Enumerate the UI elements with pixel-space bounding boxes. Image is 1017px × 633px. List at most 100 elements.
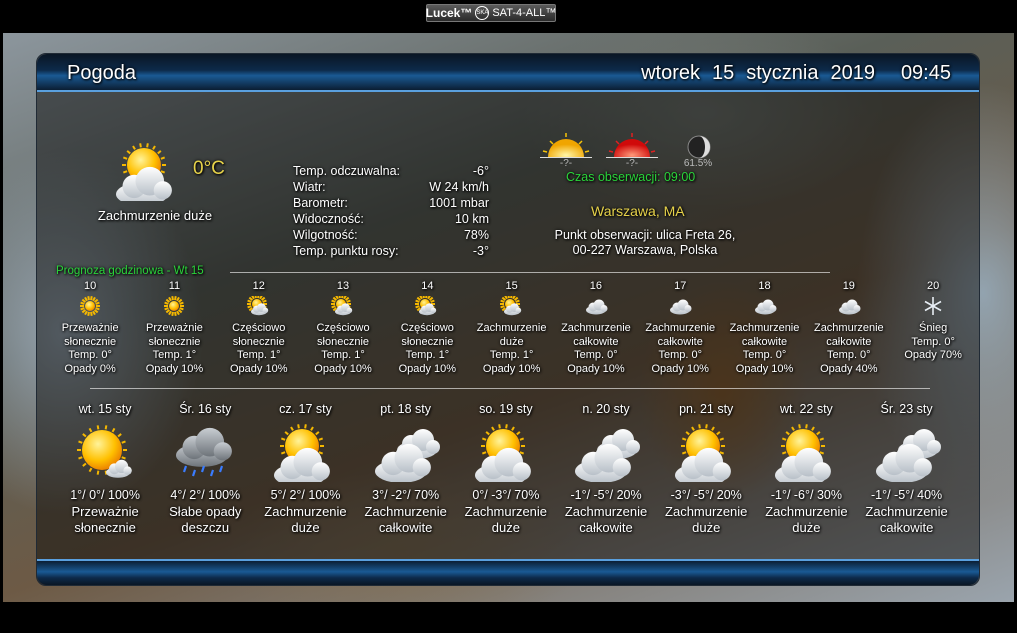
daily-forecast: wt. 15 sty 1°/ 0°/ 100% Przeważnie słonecz…	[55, 402, 957, 536]
day-item: Śr. 23 sty -1°/ -5°/ 40% Zachmurzenie całk…	[857, 402, 957, 536]
day-desc-line1: Słabe opady	[169, 504, 242, 519]
day-label: cz. 17 sty	[279, 402, 332, 416]
hour-rain: Opady 0%	[64, 362, 116, 375]
current-temperature: 0°C	[193, 158, 225, 179]
sun-cloud-icon	[217, 296, 301, 316]
detail-value: 10 km	[454, 212, 489, 226]
hour-rain: Opady 70%	[904, 349, 962, 361]
detail-label: Barometr:	[293, 196, 348, 210]
hour-item: 19 Zachmurzenie całkowite Temp. 0° Opady 40…	[807, 280, 891, 376]
day-item: wt. 15 sty 1°/ 0°/ 100% Przeważnie słonecz…	[55, 402, 155, 536]
hour-desc-line1: Zachmurzenie	[813, 322, 884, 334]
hourly-forecast: 10 Przeważnie słonecznie Temp. 0° Opady 0% 1…	[48, 280, 975, 376]
hour-label: 11	[168, 280, 181, 292]
snowflake-icon	[891, 296, 975, 316]
hour-label: 15	[505, 280, 518, 292]
hour-temp: Temp. 1°	[236, 349, 281, 361]
day-label: Śr. 23 sty	[880, 402, 933, 416]
hour-label: 19	[842, 280, 855, 292]
hour-desc-line2: duże	[499, 335, 524, 348]
day-desc-line2: duże	[291, 520, 320, 535]
hour-label: 18	[758, 280, 771, 292]
day-label: Śr. 16 sty	[179, 402, 232, 416]
day-item: wt. 22 sty -1°/ -6°/ 30% Zachmurzenie duże	[756, 402, 856, 536]
day-desc-line1: Zachmurzenie	[264, 504, 347, 519]
sun-icon	[48, 296, 132, 316]
day-desc-line2: deszczu	[181, 520, 230, 535]
day-desc-line2: całkowite	[378, 520, 433, 535]
detail-row: Temp. odczuwalna: -6°	[293, 163, 489, 179]
sun-cloud-icon	[301, 296, 385, 316]
hour-label: 13	[336, 280, 350, 292]
detail-value: W 24 km/h	[429, 180, 489, 194]
hour-desc-line1: Śnieg	[919, 322, 948, 334]
detail-row: Wiatr: W 24 km/h	[293, 179, 489, 195]
footer-bar	[37, 559, 979, 585]
sun-cloud-icon	[469, 296, 553, 316]
day-temps: 3°/ -2°/ 70%	[372, 488, 440, 502]
city-name: Warszawa, MA	[591, 203, 685, 219]
hour-item: 14 Częściowo słonecznie Temp. 1° Opady 10%	[385, 280, 469, 376]
hour-rain: Opady 10%	[145, 362, 204, 375]
hour-desc-line2: całkowite	[826, 335, 872, 348]
hour-desc-line2: słonecznie	[64, 335, 117, 348]
hour-item: 10 Przeważnie słonecznie Temp. 0° Opady 0%	[48, 280, 132, 376]
hour-desc-line2: słonecznie	[148, 335, 201, 348]
day-item: so. 19 sty 0°/ -3°/ 70% Zachmurzenie duże	[456, 402, 556, 536]
sunset-icon	[606, 133, 658, 158]
cloud-icon	[554, 296, 638, 316]
hour-desc-line2: całkowite	[741, 335, 788, 348]
current-details: Temp. odczuwalna: -6° Wiatr: W 24 km/h Barom…	[293, 163, 489, 259]
hour-desc-line2: całkowite	[573, 335, 619, 348]
cloud-icon	[556, 420, 656, 484]
detail-value: 1001 mbar	[429, 196, 489, 210]
header-bar: Pogoda wtorek 15 stycznia 2019 09:45	[37, 54, 979, 92]
hour-label: 14	[421, 280, 434, 292]
hour-item: 11 Przeważnie słonecznie Temp. 1° Opady 10%	[132, 280, 216, 376]
day-temps: -1°/ -5°/ 40%	[871, 488, 943, 502]
day-desc-line2: duże	[792, 520, 821, 535]
hour-item: 16 Zachmurzenie całkowite Temp. 0° Opady 10…	[554, 280, 638, 376]
hour-desc-line1: Zachmurzenie	[645, 322, 716, 334]
hour-item: 13 Częściowo słonecznie Temp. 1° Opady 10%	[301, 280, 385, 376]
hour-desc-line2: słonecznie	[401, 335, 454, 348]
day-desc-line1: Zachmurzenie	[865, 504, 948, 519]
hour-desc-line1: Częściowo	[400, 322, 454, 334]
hour-label: 20	[926, 280, 940, 292]
hour-desc-line1: Przeważnie	[61, 322, 119, 334]
day-temps: 1°/ 0°/ 100%	[70, 488, 140, 502]
hour-temp: Temp. 0°	[742, 349, 787, 361]
hour-item: 15 Zachmurzenie duże Temp. 1° Opady 10%	[469, 280, 553, 376]
hour-item: 17 Zachmurzenie całkowite Temp. 0° Opady 10…	[638, 280, 722, 376]
sun-cloud-icon	[385, 296, 469, 316]
app-title: Pogoda	[67, 62, 136, 84]
day-desc-line1: Zachmurzenie	[464, 504, 548, 519]
day-label: n. 20 sty	[582, 402, 630, 416]
detail-value: -6°	[472, 164, 489, 178]
hour-rain: Opady 10%	[651, 362, 709, 375]
sun-cloud-icon	[656, 420, 756, 484]
day-label: so. 19 sty	[479, 402, 533, 416]
detail-row: Temp. punktu rosy: -3°	[293, 243, 489, 259]
day-label: wt. 15 sty	[78, 402, 132, 416]
detail-label: Wilgotność:	[293, 228, 358, 242]
observation-time: Czas obserwacji: 09:00	[566, 170, 696, 184]
hour-item: 20 Śnieg Temp. 0° Opady 70%	[891, 280, 975, 376]
observation-point-line2: 00-227 Warszawa, Polska	[572, 243, 718, 257]
hour-rain: Opady 10%	[230, 362, 288, 375]
sunrise-value: -?-	[559, 158, 573, 169]
hour-temp: Temp. 0°	[574, 349, 618, 361]
hour-label: 17	[674, 280, 687, 292]
hour-desc-line2: słonecznie	[232, 335, 285, 348]
day-desc-line1: Przeważnie	[71, 504, 139, 519]
sun-cloud-icon	[255, 420, 355, 484]
sun-cloud-icon	[112, 141, 182, 206]
day-desc-line2: całkowite	[579, 520, 633, 535]
day-label: pn. 21 sty	[679, 402, 734, 416]
hour-desc-line2: całkowite	[657, 335, 703, 348]
hour-desc-line1: Częściowo	[316, 322, 370, 334]
hour-label: 12	[252, 280, 265, 292]
hour-rain: Opady 10%	[398, 362, 457, 375]
day-temps: -1°/ -5°/ 20%	[570, 488, 642, 502]
hour-temp: Temp. 0°	[658, 349, 702, 361]
